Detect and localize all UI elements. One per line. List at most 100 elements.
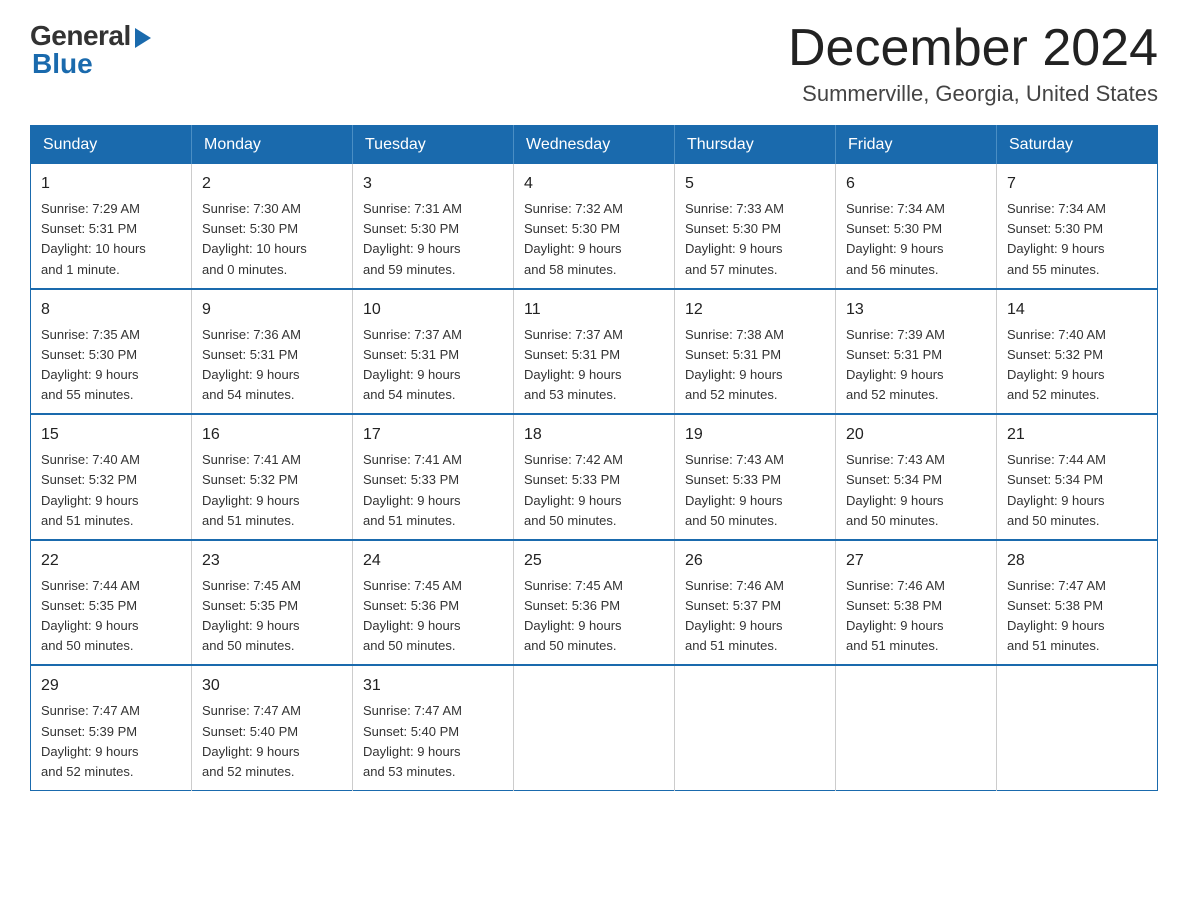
- calendar-cell: 12 Sunrise: 7:38 AM Sunset: 5:31 PM Dayli…: [675, 289, 836, 415]
- calendar-cell: 29 Sunrise: 7:47 AM Sunset: 5:39 PM Dayli…: [31, 665, 192, 790]
- calendar-cell: 31Sunrise: 7:47 AM Sunset: 5:40 PM Dayli…: [353, 665, 514, 790]
- logo-arrow-icon: [135, 28, 151, 48]
- day-info: Sunrise: 7:41 AM Sunset: 5:32 PM Dayligh…: [202, 450, 342, 531]
- day-number: 15: [41, 423, 181, 447]
- calendar-cell: 30 Sunrise: 7:47 AM Sunset: 5:40 PM Dayli…: [192, 665, 353, 790]
- calendar-week-row: 29 Sunrise: 7:47 AM Sunset: 5:39 PM Dayli…: [31, 665, 1158, 790]
- calendar-cell: 9 Sunrise: 7:36 AM Sunset: 5:31 PM Daylig…: [192, 289, 353, 415]
- calendar-week-row: 1 Sunrise: 7:29 AM Sunset: 5:31 PM Daylig…: [31, 164, 1158, 289]
- day-info: Sunrise: 7:36 AM Sunset: 5:31 PM Dayligh…: [202, 325, 342, 406]
- calendar-cell: [675, 665, 836, 790]
- column-header-saturday: Saturday: [997, 126, 1158, 165]
- calendar-cell: 1 Sunrise: 7:29 AM Sunset: 5:31 PM Daylig…: [31, 164, 192, 289]
- day-number: 8: [41, 298, 181, 322]
- day-number: 22: [41, 549, 181, 573]
- day-info: Sunrise: 7:32 AM Sunset: 5:30 PM Dayligh…: [524, 199, 664, 280]
- day-info: Sunrise: 7:35 AM Sunset: 5:30 PM Dayligh…: [41, 325, 181, 406]
- day-info: Sunrise: 7:38 AM Sunset: 5:31 PM Dayligh…: [685, 325, 825, 406]
- day-number: 24: [363, 549, 503, 573]
- column-header-thursday: Thursday: [675, 126, 836, 165]
- day-info: Sunrise: 7:45 AM Sunset: 5:35 PM Dayligh…: [202, 576, 342, 657]
- calendar-cell: 19Sunrise: 7:43 AM Sunset: 5:33 PM Dayli…: [675, 414, 836, 540]
- page-header: General Blue December 2024 Summerville, …: [30, 20, 1158, 107]
- day-info: Sunrise: 7:39 AM Sunset: 5:31 PM Dayligh…: [846, 325, 986, 406]
- day-number: 6: [846, 172, 986, 196]
- day-info: Sunrise: 7:45 AM Sunset: 5:36 PM Dayligh…: [363, 576, 503, 657]
- day-info: Sunrise: 7:47 AM Sunset: 5:40 PM Dayligh…: [202, 701, 342, 782]
- day-number: 30: [202, 674, 342, 698]
- day-number: 27: [846, 549, 986, 573]
- calendar-week-row: 15Sunrise: 7:40 AM Sunset: 5:32 PM Dayli…: [31, 414, 1158, 540]
- day-info: Sunrise: 7:42 AM Sunset: 5:33 PM Dayligh…: [524, 450, 664, 531]
- calendar-week-row: 22 Sunrise: 7:44 AM Sunset: 5:35 PM Dayli…: [31, 540, 1158, 666]
- calendar-header-row: SundayMondayTuesdayWednesdayThursdayFrid…: [31, 126, 1158, 165]
- calendar-cell: 4 Sunrise: 7:32 AM Sunset: 5:30 PM Daylig…: [514, 164, 675, 289]
- day-number: 20: [846, 423, 986, 447]
- calendar-cell: 8 Sunrise: 7:35 AM Sunset: 5:30 PM Daylig…: [31, 289, 192, 415]
- day-info: Sunrise: 7:29 AM Sunset: 5:31 PM Dayligh…: [41, 199, 181, 280]
- calendar-cell: 18 Sunrise: 7:42 AM Sunset: 5:33 PM Dayli…: [514, 414, 675, 540]
- day-number: 7: [1007, 172, 1147, 196]
- day-number: 14: [1007, 298, 1147, 322]
- calendar-cell: 7 Sunrise: 7:34 AM Sunset: 5:30 PM Daylig…: [997, 164, 1158, 289]
- calendar-cell: 11Sunrise: 7:37 AM Sunset: 5:31 PM Dayli…: [514, 289, 675, 415]
- calendar-cell: 14 Sunrise: 7:40 AM Sunset: 5:32 PM Dayli…: [997, 289, 1158, 415]
- calendar-table: SundayMondayTuesdayWednesdayThursdayFrid…: [30, 125, 1158, 791]
- day-info: Sunrise: 7:45 AM Sunset: 5:36 PM Dayligh…: [524, 576, 664, 657]
- day-number: 18: [524, 423, 664, 447]
- calendar-cell: [836, 665, 997, 790]
- calendar-cell: 6 Sunrise: 7:34 AM Sunset: 5:30 PM Daylig…: [836, 164, 997, 289]
- day-number: 2: [202, 172, 342, 196]
- day-info: Sunrise: 7:46 AM Sunset: 5:38 PM Dayligh…: [846, 576, 986, 657]
- calendar-cell: 16 Sunrise: 7:41 AM Sunset: 5:32 PM Dayli…: [192, 414, 353, 540]
- day-number: 1: [41, 172, 181, 196]
- column-header-friday: Friday: [836, 126, 997, 165]
- calendar-cell: 5 Sunrise: 7:33 AM Sunset: 5:30 PM Daylig…: [675, 164, 836, 289]
- title-block: December 2024 Summerville, Georgia, Unit…: [788, 20, 1158, 107]
- calendar-cell: 26Sunrise: 7:46 AM Sunset: 5:37 PM Dayli…: [675, 540, 836, 666]
- logo: General Blue: [30, 20, 151, 80]
- day-info: Sunrise: 7:47 AM Sunset: 5:39 PM Dayligh…: [41, 701, 181, 782]
- day-info: Sunrise: 7:30 AM Sunset: 5:30 PM Dayligh…: [202, 199, 342, 280]
- day-info: Sunrise: 7:34 AM Sunset: 5:30 PM Dayligh…: [1007, 199, 1147, 280]
- calendar-cell: 10 Sunrise: 7:37 AM Sunset: 5:31 PM Dayli…: [353, 289, 514, 415]
- day-number: 5: [685, 172, 825, 196]
- day-number: 12: [685, 298, 825, 322]
- day-info: Sunrise: 7:37 AM Sunset: 5:31 PM Dayligh…: [363, 325, 503, 406]
- day-info: Sunrise: 7:40 AM Sunset: 5:32 PM Dayligh…: [1007, 325, 1147, 406]
- day-number: 10: [363, 298, 503, 322]
- calendar-cell: 17 Sunrise: 7:41 AM Sunset: 5:33 PM Dayli…: [353, 414, 514, 540]
- month-title: December 2024: [788, 20, 1158, 77]
- day-info: Sunrise: 7:41 AM Sunset: 5:33 PM Dayligh…: [363, 450, 503, 531]
- calendar-cell: 15Sunrise: 7:40 AM Sunset: 5:32 PM Dayli…: [31, 414, 192, 540]
- day-number: 29: [41, 674, 181, 698]
- day-number: 23: [202, 549, 342, 573]
- day-info: Sunrise: 7:43 AM Sunset: 5:34 PM Dayligh…: [846, 450, 986, 531]
- calendar-cell: 13 Sunrise: 7:39 AM Sunset: 5:31 PM Dayli…: [836, 289, 997, 415]
- day-info: Sunrise: 7:47 AM Sunset: 5:38 PM Dayligh…: [1007, 576, 1147, 657]
- calendar-cell: 25Sunrise: 7:45 AM Sunset: 5:36 PM Dayli…: [514, 540, 675, 666]
- day-number: 17: [363, 423, 503, 447]
- calendar-cell: [997, 665, 1158, 790]
- day-number: 21: [1007, 423, 1147, 447]
- day-number: 28: [1007, 549, 1147, 573]
- day-number: 13: [846, 298, 986, 322]
- day-number: 4: [524, 172, 664, 196]
- calendar-cell: 27 Sunrise: 7:46 AM Sunset: 5:38 PM Dayli…: [836, 540, 997, 666]
- logo-blue-text: Blue: [32, 48, 93, 80]
- calendar-cell: 24 Sunrise: 7:45 AM Sunset: 5:36 PM Dayli…: [353, 540, 514, 666]
- column-header-monday: Monday: [192, 126, 353, 165]
- day-info: Sunrise: 7:47 AM Sunset: 5:40 PM Dayligh…: [363, 701, 503, 782]
- calendar-cell: 21 Sunrise: 7:44 AM Sunset: 5:34 PM Dayli…: [997, 414, 1158, 540]
- day-number: 9: [202, 298, 342, 322]
- calendar-cell: 2 Sunrise: 7:30 AM Sunset: 5:30 PM Daylig…: [192, 164, 353, 289]
- day-info: Sunrise: 7:34 AM Sunset: 5:30 PM Dayligh…: [846, 199, 986, 280]
- calendar-cell: [514, 665, 675, 790]
- day-info: Sunrise: 7:44 AM Sunset: 5:34 PM Dayligh…: [1007, 450, 1147, 531]
- day-info: Sunrise: 7:31 AM Sunset: 5:30 PM Dayligh…: [363, 199, 503, 280]
- day-number: 16: [202, 423, 342, 447]
- day-info: Sunrise: 7:33 AM Sunset: 5:30 PM Dayligh…: [685, 199, 825, 280]
- day-info: Sunrise: 7:44 AM Sunset: 5:35 PM Dayligh…: [41, 576, 181, 657]
- day-number: 19: [685, 423, 825, 447]
- calendar-cell: 20 Sunrise: 7:43 AM Sunset: 5:34 PM Dayli…: [836, 414, 997, 540]
